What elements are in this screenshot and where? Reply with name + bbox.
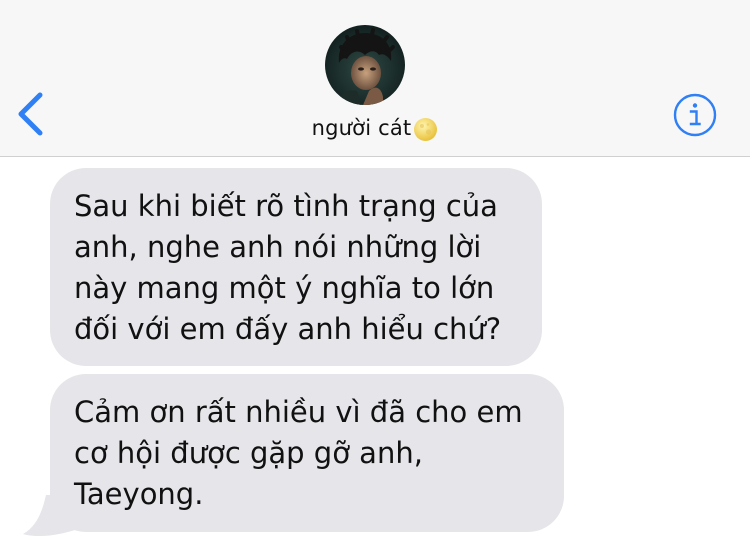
- info-button[interactable]: [672, 92, 718, 138]
- received-message-bubble[interactable]: Cảm ơn rất nhiều vì đã cho em cơ hội đượ…: [50, 374, 564, 532]
- received-message-bubble[interactable]: Sau khi biết rõ tình trạng của anh, nghe…: [50, 168, 542, 366]
- info-icon: [673, 93, 717, 137]
- contact-name: người cát: [311, 116, 412, 140]
- contact-name-button[interactable]: người cát: [0, 112, 750, 144]
- message-text: Sau khi biết rõ tình trạng của anh, nghe…: [74, 189, 502, 346]
- bubble-tail: [23, 495, 78, 536]
- avatar[interactable]: [325, 25, 405, 105]
- moon-icon: [413, 117, 438, 142]
- message-thread[interactable]: Sau khi biết rõ tình trạng của anh, nghe…: [0, 157, 750, 552]
- message-text: Cảm ơn rất nhiều vì đã cho em cơ hội đượ…: [74, 395, 523, 511]
- conversation-header: người cát: [0, 0, 750, 157]
- contact-photo: [325, 25, 405, 105]
